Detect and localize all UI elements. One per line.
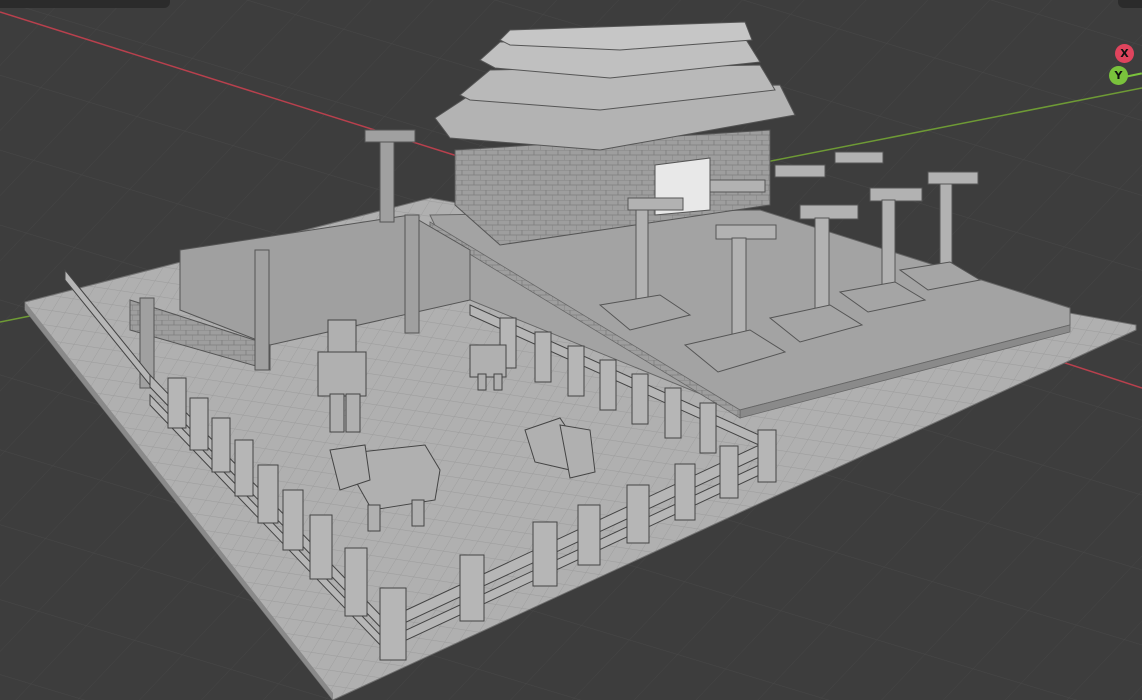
viewport-canvas[interactable] (0, 0, 1142, 700)
axis-x-icon[interactable]: X (1115, 44, 1134, 63)
navigation-gizmo[interactable]: X Y (1082, 38, 1142, 98)
viewport-header-right[interactable] (1118, 0, 1142, 8)
3d-viewport[interactable] (0, 0, 1142, 700)
y-axis-gizmo-line (1125, 72, 1142, 78)
axis-y-icon[interactable]: Y (1109, 66, 1128, 85)
viewport-header[interactable] (0, 0, 170, 8)
